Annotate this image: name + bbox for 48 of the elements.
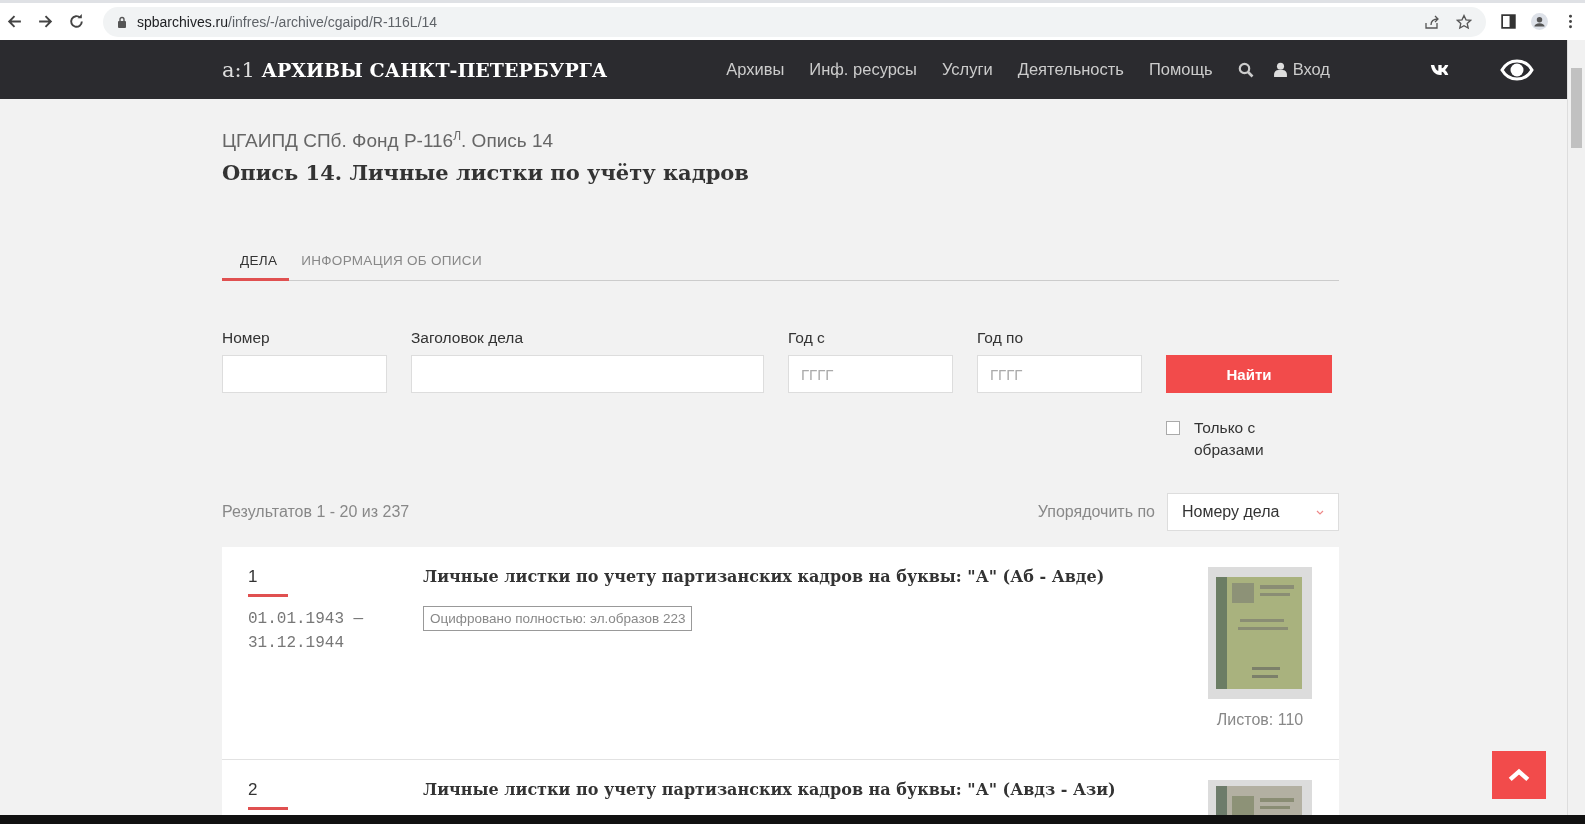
nav-link[interactable]: Архивы bbox=[726, 60, 785, 79]
vk-icon[interactable] bbox=[1430, 63, 1450, 76]
digitized-tag: Оцифровано полностью: эл.образов 223 bbox=[423, 606, 693, 632]
record-number[interactable]: 1 bbox=[248, 567, 288, 598]
record-title[interactable]: Личные листки по учету партизанских кадров на буквы: "А" (Аб - Авде) bbox=[423, 567, 1105, 587]
field-label: Номер bbox=[222, 329, 271, 348]
search-button[interactable]: Найти bbox=[1166, 355, 1332, 394]
eye-icon[interactable] bbox=[1500, 58, 1534, 81]
sort-label: Упорядочить по bbox=[1037, 503, 1155, 522]
sheet-count: Листов: 110 bbox=[1216, 711, 1304, 730]
sort-dropdown[interactable]: Номеру дела bbox=[1167, 493, 1339, 532]
scroll-to-top-button[interactable] bbox=[1492, 751, 1546, 799]
star-icon[interactable] bbox=[1456, 13, 1472, 30]
profile-icon[interactable] bbox=[1531, 13, 1548, 30]
reload-icon[interactable] bbox=[68, 13, 85, 30]
side-panel-icon[interactable] bbox=[1500, 13, 1517, 30]
field-label: Год по bbox=[977, 329, 1024, 348]
input-field[interactable]: ГГГГ bbox=[788, 355, 953, 394]
nav-link[interactable]: Помощь bbox=[1148, 60, 1213, 79]
lock-icon bbox=[117, 15, 127, 28]
back-icon[interactable] bbox=[6, 13, 23, 30]
results-count: Результатов 1 - 20 из 237 bbox=[222, 503, 410, 522]
page-title: Опись 14. Личные листки по учёту кадров bbox=[222, 160, 750, 186]
address-bar[interactable]: spbarchives.ru/infres/-/archive/cgaipd/R-116L/14 bbox=[103, 6, 1486, 37]
login-link[interactable]: Вход bbox=[1273, 60, 1330, 79]
scrollbar[interactable] bbox=[1567, 40, 1585, 815]
site-logo[interactable]: a:1 АРХИВЫ САНКТ-ПЕТЕРБУРГА bbox=[222, 57, 608, 82]
checkbox[interactable] bbox=[1166, 421, 1180, 436]
tab[interactable]: ДЕЛА bbox=[222, 247, 290, 282]
checkbox-label: Только с образами bbox=[1194, 418, 1265, 461]
nav-link[interactable]: Деятельность bbox=[1017, 60, 1124, 79]
user-icon bbox=[1273, 62, 1287, 77]
record-title[interactable]: Личные листки по учету партизанских кадров на буквы: "А" (Авдз - Ази) bbox=[423, 780, 1116, 800]
caret-icon bbox=[1316, 509, 1324, 515]
breadcrumb: ЦГАИПД СПб. Фонд Р-116$^{Л}$. Опись 14 bbox=[222, 129, 555, 153]
share-icon[interactable] bbox=[1424, 13, 1440, 30]
nav-link[interactable]: Инф. ресурсы bbox=[809, 60, 917, 79]
field-label: Заголовок дела bbox=[411, 329, 524, 348]
field-label: Год с bbox=[788, 329, 826, 348]
input-field[interactable]: ГГГГ bbox=[977, 355, 1142, 394]
record-number[interactable]: 2 bbox=[248, 780, 288, 811]
record-dates: 01.01.1943 — 31.12.1944 bbox=[248, 609, 365, 655]
input-field[interactable] bbox=[411, 355, 764, 394]
forward-icon[interactable] bbox=[37, 13, 54, 30]
search-icon[interactable] bbox=[1237, 61, 1254, 78]
chevron-up-icon bbox=[1508, 768, 1530, 782]
nav-link[interactable]: Услуги bbox=[942, 60, 993, 79]
input-field[interactable] bbox=[222, 355, 387, 394]
